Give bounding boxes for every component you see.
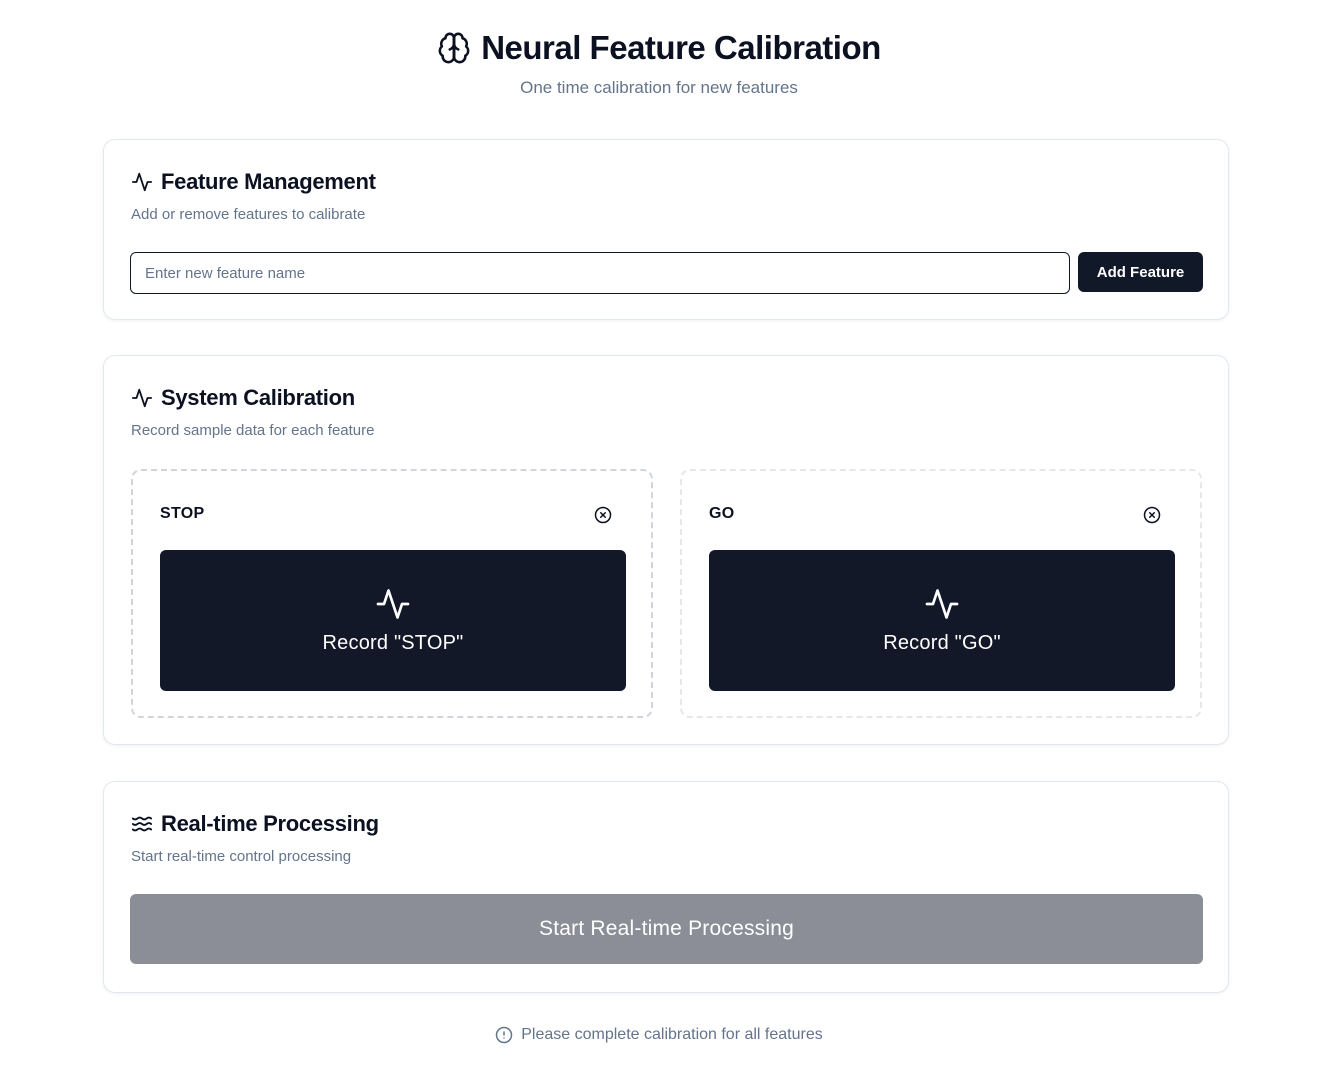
feature-name-label: GO xyxy=(709,505,735,522)
feature-name-input[interactable] xyxy=(130,252,1070,294)
feature-management-title: Feature Management xyxy=(161,169,376,194)
page-header: Neural Feature Calibration One time cali… xyxy=(0,28,1318,98)
system-calibration-title-row: System Calibration xyxy=(131,384,355,412)
realtime-processing-description: Start real-time control processing xyxy=(131,848,352,865)
record-stop-button[interactable]: Record "STOP" xyxy=(160,550,626,691)
status-message-row: Please complete calibration for all feat… xyxy=(0,1026,1318,1044)
title-row: Neural Feature Calibration xyxy=(0,28,1318,68)
activity-icon xyxy=(376,589,410,619)
page-subtitle: One time calibration for new features xyxy=(520,78,798,97)
start-realtime-processing-button[interactable]: Start Real-time Processing xyxy=(130,894,1203,964)
feature-management-card: Feature Management Add or remove feature… xyxy=(103,139,1229,320)
info-icon xyxy=(496,1026,513,1044)
waves-icon xyxy=(131,816,153,832)
realtime-processing-title-row: Real-time Processing xyxy=(131,810,379,838)
feature-card-go: GO Record "GO" xyxy=(680,469,1202,718)
close-circle-icon[interactable] xyxy=(1143,506,1161,524)
feature-management-title-row: Feature Management xyxy=(131,168,376,196)
close-circle-icon[interactable] xyxy=(594,506,612,524)
feature-management-description: Add or remove features to calibrate xyxy=(131,206,366,223)
record-button-label: Record "STOP" xyxy=(322,632,464,654)
brain-icon xyxy=(438,32,470,64)
status-message: Please complete calibration for all feat… xyxy=(521,1026,823,1043)
activity-icon xyxy=(925,589,959,619)
page-title: Neural Feature Calibration xyxy=(481,29,881,66)
record-button-label: Record "GO" xyxy=(883,632,1001,654)
add-feature-button[interactable]: Add Feature xyxy=(1078,252,1203,292)
record-go-button[interactable]: Record "GO" xyxy=(709,550,1175,691)
system-calibration-description: Record sample data for each feature xyxy=(131,422,375,439)
system-calibration-title: System Calibration xyxy=(161,385,355,410)
realtime-processing-card: Real-time Processing Start real-time con… xyxy=(103,781,1229,993)
activity-icon xyxy=(131,388,153,408)
system-calibration-card: System Calibration Record sample data fo… xyxy=(103,355,1229,745)
feature-card-stop: STOP Record "STOP" xyxy=(131,469,653,718)
realtime-processing-title: Real-time Processing xyxy=(161,811,379,836)
activity-icon xyxy=(131,172,153,192)
feature-name-label: STOP xyxy=(160,505,205,522)
